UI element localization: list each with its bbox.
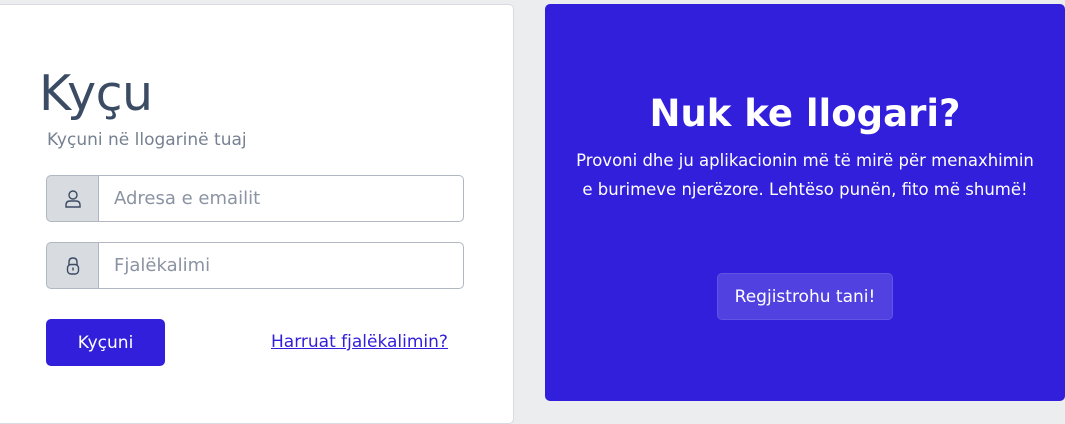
user-icon [46, 175, 98, 222]
lock-icon [46, 242, 98, 289]
email-input-group [46, 175, 464, 222]
register-card: Nuk ke llogari? Provoni dhe ju aplikacio… [545, 4, 1065, 401]
forgot-password-link[interactable]: Harruat fjalëkalimin? [271, 332, 448, 352]
login-button[interactable]: Kyçuni [46, 319, 165, 366]
password-input[interactable] [98, 242, 464, 289]
register-button[interactable]: Regjistrohu tani! [717, 273, 893, 320]
login-subtitle: Kyçuni në llogarinë tuaj [47, 130, 247, 150]
register-text: Provoni dhe ju aplikacionin më të mirë p… [576, 151, 1034, 199]
password-input-group [46, 242, 464, 289]
register-title: Nuk ke llogari? [649, 92, 961, 135]
email-input[interactable] [98, 175, 464, 222]
login-title: Kyçu [39, 65, 153, 122]
